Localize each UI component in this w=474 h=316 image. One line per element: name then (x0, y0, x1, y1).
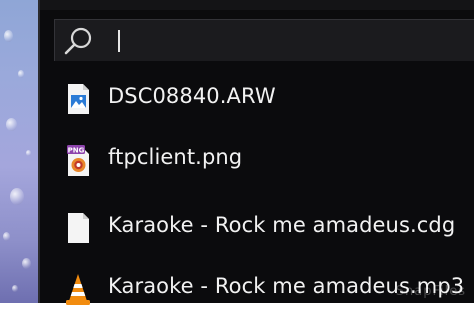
panel-top-strip (40, 0, 474, 10)
desktop-background (0, 0, 40, 303)
text-caret (118, 30, 120, 52)
watermark: SnapFiles (395, 284, 466, 299)
png-badge-text: PNG (68, 146, 85, 154)
result-item-ftpclient[interactable]: PNG ftpclient.png (54, 133, 474, 187)
search-icon[interactable] (61, 24, 95, 58)
result-label: Karaoke - Rock me amadeus.cdg (108, 213, 456, 237)
result-label: DSC08840.ARW (108, 84, 276, 108)
png-file-icon: PNG (67, 145, 89, 176)
search-input[interactable] (123, 26, 467, 58)
image-file-icon (68, 84, 89, 114)
search-bar[interactable] (54, 19, 474, 61)
result-item-karaoke-cdg[interactable]: Karaoke - Rock me amadeus.cdg (54, 201, 474, 255)
search-panel: DSC08840.ARW PNG ftpclient.png Karaoke -… (38, 0, 474, 305)
vlc-file-icon (66, 274, 90, 305)
result-label: ftpclient.png (108, 145, 243, 169)
generic-file-icon (68, 213, 89, 243)
result-item-dsc08840[interactable]: DSC08840.ARW (54, 72, 474, 126)
